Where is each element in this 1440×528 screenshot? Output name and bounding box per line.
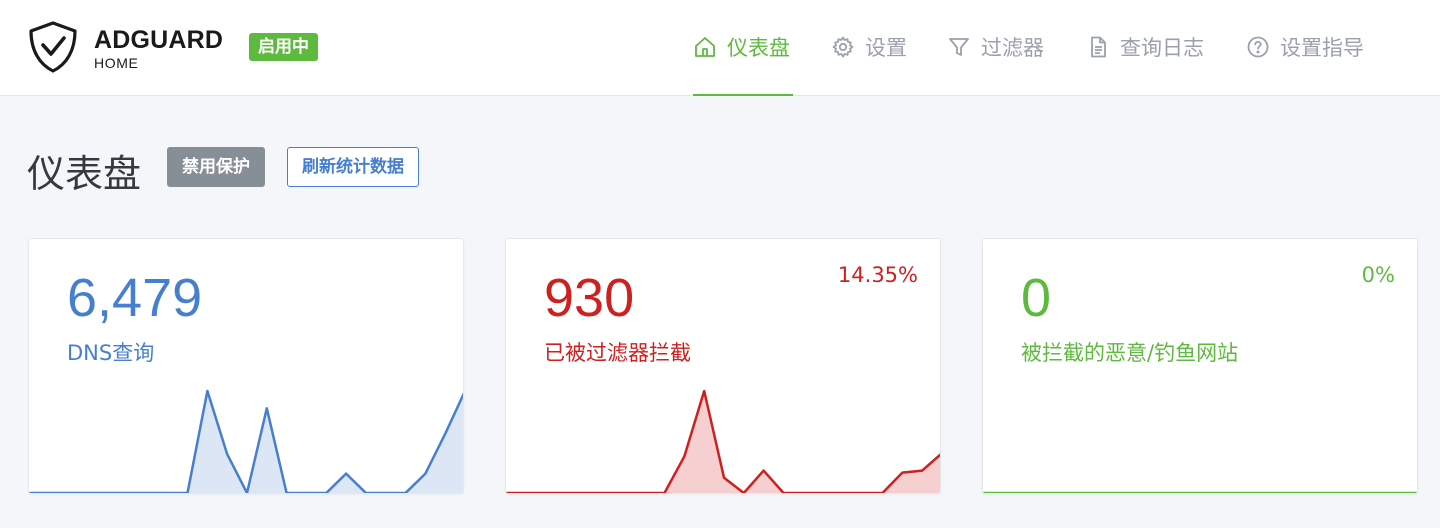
document-icon: [1091, 36, 1106, 58]
tab-settings[interactable]: 设置: [831, 30, 907, 64]
tab-setup-guide[interactable]: 设置指导: [1246, 30, 1364, 64]
page-title: 仪表盘: [27, 152, 142, 196]
active-tab-indicator: [693, 94, 793, 96]
gear-icon: [832, 36, 854, 58]
stat-card-blocked-by-filters: 930 已被过滤器拦截 14.35%: [505, 238, 941, 494]
tab-query-log-label: 查询日志: [1120, 36, 1204, 60]
tab-settings-label: 设置: [865, 36, 907, 60]
stat-label: 已被过滤器拦截: [544, 341, 691, 365]
stat-percent: 0%: [1361, 263, 1395, 287]
home-icon: [695, 37, 715, 57]
sparkline-line: [506, 389, 940, 493]
sparkline-line: [29, 389, 463, 493]
status-badge: 启用中: [249, 33, 318, 61]
stat-card-dns-queries: 6,479 DNS查询: [28, 238, 464, 494]
adguard-shield-logo[interactable]: [26, 20, 80, 74]
stat-label: 被拦截的恶意/钓鱼网站: [1021, 341, 1239, 365]
disable-protection-button[interactable]: 禁用保护: [167, 147, 265, 187]
stat-value: 930: [544, 268, 635, 328]
refresh-stats-button[interactable]: 刷新统计数据: [287, 147, 419, 187]
stat-percent: 14.35%: [837, 263, 918, 287]
stat-card-blocked-malware: 0 被拦截的恶意/钓鱼网站 0%: [982, 238, 1418, 494]
filter-icon: [949, 38, 969, 56]
brand-name[interactable]: ADGUARD: [94, 26, 223, 55]
tab-setup-guide-label: 设置指导: [1280, 36, 1364, 60]
top-navbar: ADGUARD HOME 启用中 仪表盘 设置 过滤器 查询日志 设置指导: [0, 0, 1440, 96]
tab-filters[interactable]: 过滤器: [947, 30, 1044, 64]
sparkline-area: [29, 391, 463, 493]
brand-subtitle[interactable]: HOME: [94, 55, 138, 71]
stat-value: 0: [1021, 268, 1052, 328]
tab-filters-label: 过滤器: [981, 36, 1044, 60]
tab-dashboard-label: 仪表盘: [727, 36, 790, 60]
stat-label: DNS查询: [67, 341, 155, 365]
help-circle-icon: [1247, 36, 1269, 58]
tab-query-log[interactable]: 查询日志: [1086, 30, 1204, 64]
tab-dashboard[interactable]: 仪表盘: [693, 30, 790, 64]
stat-value: 6,479: [67, 268, 203, 328]
